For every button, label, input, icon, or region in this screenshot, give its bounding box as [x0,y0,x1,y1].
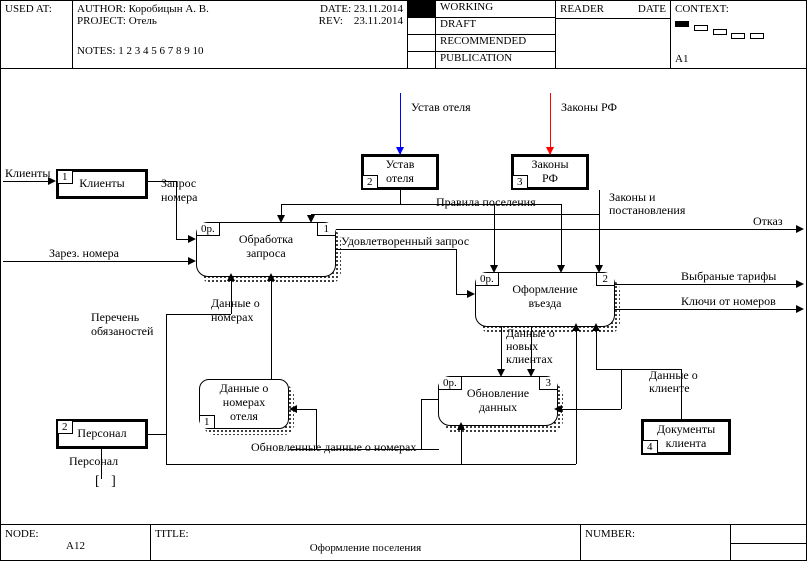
label-personal: Персонал [69,455,118,468]
label-clients-in: Клиенты [5,167,50,180]
ftr-number-cell: NUMBER: [581,525,731,561]
status-working: WORKING [436,1,493,17]
hdr-status-column: WORKING DRAFT RECOMMENDED PUBLICATION [408,1,556,69]
activity-1-num: 1 [317,223,336,236]
activity-2: 0р. 2 Оформление въезда [475,272,615,327]
datastore-rooms: 1 Данные о номерах отеля [199,379,289,429]
ftr-node-label: NODE: [5,528,146,540]
activity-3-num: 3 [539,377,558,390]
ftr-extra-cell [731,525,806,561]
label-kluchi: Ключи от номеров [681,295,776,308]
ext-personal: 2 Персонал [56,419,148,449]
status-publication: PUBLICATION [436,52,512,69]
activity-3-op: 0р. [439,377,462,390]
ext-zakony-num: 3 [513,175,528,188]
footer: NODE: A12 TITLE: Оформление поселения NU… [1,524,806,560]
ftr-title-cell: TITLE: Оформление поселения [151,525,581,561]
activity-3: 0р. 3 Обновление данных [438,376,558,426]
hdr-date-label: DATE: [320,3,351,15]
label-zapros: Запрос [161,177,196,190]
hdr-author-block: AUTHOR: Коробицын А. В. DATE: 23.11.2014… [73,1,408,69]
activity-1-l2: запроса [197,247,335,261]
ext-ustav-l1: Устав [367,158,433,172]
status-box-publication [408,52,436,69]
ext-clients: 1 Клиенты [56,169,148,199]
ext-docs-num: 4 [643,440,658,453]
hdr-notes: 1 2 3 4 5 6 7 8 9 10 [118,45,203,57]
status-box-working [408,1,436,17]
datastore-rooms-l2: номерах [200,396,288,410]
hdr-reader-block: READER DATE [556,1,671,69]
hdr-context-ref: A1 [675,53,688,65]
diagram-canvas: 1 Клиенты 2 Персонал 2 Устав отеля 3 Зак… [1,69,806,524]
label-otkaz: Отказ [753,215,783,228]
activity-3-l2: данных [439,401,557,415]
activity-2-num: 2 [596,273,615,286]
hdr-used-at: USED AT: [1,1,73,69]
ext-docs: 4 Документы клиента [641,419,731,455]
ext-ustav-num: 2 [363,175,378,188]
hdr-date: 23.11.2014 [354,3,403,15]
ext-clients-num: 1 [58,171,73,184]
label-zakony-top: Законы РФ [561,101,617,114]
hdr-reader: READER [560,3,604,15]
ftr-node: A12 [5,540,146,552]
hdr-notes-label: NOTES: [77,45,116,57]
label-perechen-l1: Перечень [91,311,139,324]
ftr-number-label: NUMBER: [585,528,635,540]
label-dan-nom-l1: Данные о [211,297,260,310]
label-perechen-l2: обязаностей [91,325,153,338]
ext-zakony-l1: Законы [517,158,583,172]
label-dan-new-l3: клиентах [506,353,553,366]
tunnel-bracket: [ ] [95,474,120,490]
activity-2-op: 0р. [476,273,499,286]
hdr-reader-date: DATE [638,3,666,15]
datastore-rooms-num: 1 [200,415,215,428]
idef0-frame: USED AT: AUTHOR: Коробицын А. В. DATE: 2… [0,0,807,561]
hdr-author-label: AUTHOR: [77,3,126,15]
datastore-rooms-l1: Данные о [200,382,288,396]
status-box-draft [408,18,436,34]
label-zak-post-l2: постановления [609,204,685,217]
label-tarify: Выбраные тарифы [681,270,776,283]
ext-docs-l2: клиента [647,437,725,451]
status-recommended: RECOMMENDED [436,35,526,51]
label-zarez: Зарез. номера [49,247,119,260]
activity-2-l2: въезда [476,297,614,311]
ftr-node-cell: NODE: A12 [1,525,151,561]
label-pravila: Правила поселения [436,196,536,209]
context-bars [675,19,802,39]
ftr-title: Оформление поселения [155,540,576,554]
hdr-author: Коробицын А. В. [129,3,209,15]
hdr-project-label: PROJECT: [77,15,126,27]
hdr-rev-label: REV: [319,15,343,27]
hdr-context-block: CONTEXT: A1 [671,1,806,69]
label-dan-klient-l2: клиенте [649,382,690,395]
header: USED AT: AUTHOR: Коробицын А. В. DATE: 2… [1,1,806,69]
label-ustav-top: Устав отеля [411,101,471,114]
hdr-project: Отель [129,15,157,27]
ext-personal-num: 2 [58,421,73,434]
status-box-recommended [408,35,436,51]
ext-docs-l1: Документы [647,423,725,437]
ext-ustav: 2 Устав отеля [361,154,439,190]
label-nomera: номера [161,191,197,204]
ext-zakony: 3 Законы РФ [511,154,589,190]
ftr-title-label: TITLE: [155,528,189,540]
status-draft: DRAFT [436,18,476,34]
activity-1: 0р. 1 Обработка запроса [196,222,336,277]
label-udov: Удовлетворенный запрос [341,235,469,248]
hdr-context-label: CONTEXT: [675,3,802,15]
label-obnov: Обновленные данные о номерах [251,441,416,454]
activity-1-op: 0р. [197,223,220,236]
label-dan-nom-l2: номерах [211,311,253,324]
hdr-rev: 23.11.2014 [354,15,403,27]
